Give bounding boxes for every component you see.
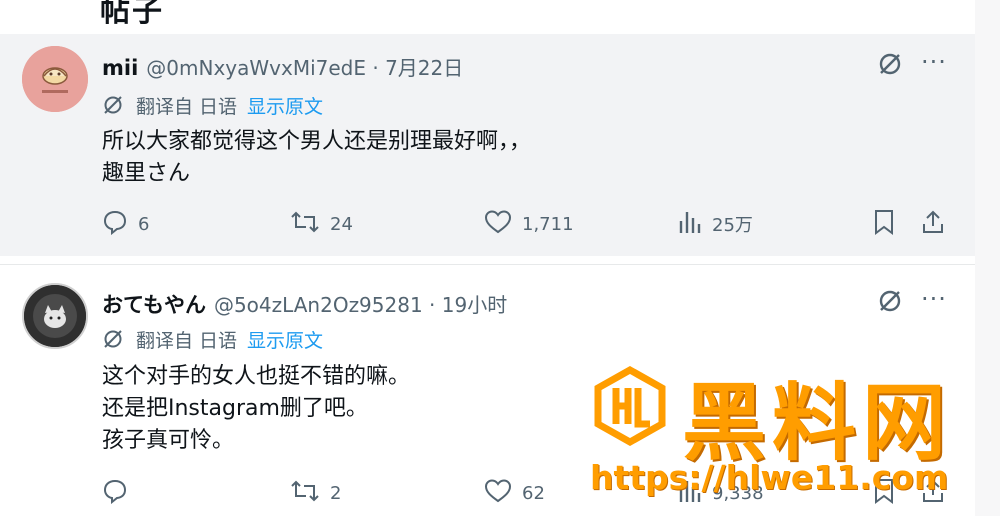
like-button[interactable]: 62 (484, 475, 545, 511)
handle-and-time[interactable]: @5o4zLAn2Oz95281 · 19小时 (214, 289, 507, 318)
like-count: 62 (522, 482, 545, 504)
post-text: 所以大家都觉得这个男人还是别理最好啊，， 趣里さん (102, 126, 531, 190)
display-name[interactable]: mii (102, 56, 138, 80)
views-count: 25万 (712, 215, 753, 236)
translate-icon (102, 328, 126, 352)
post-text-line: 趣里さん (102, 161, 191, 186)
bookmark-button[interactable] (872, 206, 906, 242)
views-count: 9,338 (712, 482, 764, 504)
show-original-link[interactable]: 显示原文 (247, 92, 323, 119)
repost-count: 24 (330, 213, 353, 235)
translation-notice: 翻译自 日语 显示原文 (102, 92, 323, 119)
previous-post-fragment: 帖子 (0, 0, 1000, 34)
avatar[interactable] (22, 283, 88, 349)
post-1[interactable]: mii @0mNxyaWvxMi7edE · 7月22日 ··· 翻译自 日语 … (0, 34, 975, 256)
post-text-line: 这个对手的女人也挺不错的嘛。 (102, 364, 411, 389)
repost-icon (290, 209, 330, 240)
like-count: 1,711 (522, 213, 574, 235)
views-icon (678, 209, 712, 240)
more-options-icon[interactable]: ··· (918, 46, 950, 78)
post-text-line: 所以大家都觉得这个男人还是别理最好啊，， (102, 129, 532, 154)
more-options-icon[interactable]: ··· (918, 283, 950, 315)
like-button[interactable]: 1,711 (484, 206, 574, 242)
views-button[interactable]: 9,338 (678, 475, 764, 511)
heart-icon (484, 478, 522, 509)
bookmark-icon (872, 209, 906, 240)
grok-icon[interactable] (874, 48, 906, 80)
translation-notice: 翻译自 日语 显示原文 (102, 326, 323, 353)
repost-button[interactable]: 24 (290, 206, 353, 242)
reply-button[interactable]: 6 (102, 206, 149, 242)
post-header: mii @0mNxyaWvxMi7edE · 7月22日 (102, 52, 463, 81)
repost-button[interactable]: 2 (290, 475, 341, 511)
post-text-line: 还是把Instagram删了吧。 (102, 396, 368, 421)
repost-icon (290, 478, 330, 509)
post-text: 这个对手的女人也挺不错的嘛。 还是把Instagram删了吧。 孩子真可怜。 (102, 361, 410, 457)
post-header: おてもやん @5o4zLAn2Oz95281 · 19小时 (102, 289, 507, 319)
translated-from-label: 翻译自 日语 (136, 96, 238, 118)
action-bar: 2 62 9,338 (0, 475, 975, 511)
reply-button[interactable] (102, 475, 138, 511)
grok-icon[interactable] (874, 285, 906, 317)
views-icon (678, 478, 712, 509)
show-original-link[interactable]: 显示原文 (247, 326, 323, 353)
reply-count: 6 (138, 213, 150, 235)
scrollbar-track[interactable] (975, 0, 1000, 516)
views-button[interactable]: 25万 (678, 206, 753, 242)
heart-icon (484, 209, 522, 240)
handle-and-time[interactable]: @0mNxyaWvxMi7edE · 7月22日 (146, 52, 463, 81)
share-button[interactable] (920, 206, 956, 242)
share-icon (920, 478, 956, 509)
bookmark-button[interactable] (872, 475, 906, 511)
cut-off-text: 帖子 (100, 0, 164, 29)
bookmark-icon (872, 478, 906, 509)
post-divider (0, 256, 975, 264)
reply-icon (102, 478, 138, 509)
translate-icon (102, 94, 126, 118)
avatar[interactable] (22, 46, 88, 112)
action-bar: 6 24 1,711 25万 (0, 206, 975, 242)
share-icon (920, 209, 956, 240)
post-text-line: 孩子真可怜。 (102, 428, 235, 453)
translated-from-label: 翻译自 日语 (136, 330, 238, 352)
repost-count: 2 (330, 482, 342, 504)
post-2[interactable]: おてもやん @5o4zLAn2Oz95281 · 19小时 ··· 翻译自 日语… (0, 264, 975, 516)
share-button[interactable] (920, 475, 956, 511)
reply-icon (102, 209, 138, 240)
display-name[interactable]: おてもやん (102, 289, 206, 319)
